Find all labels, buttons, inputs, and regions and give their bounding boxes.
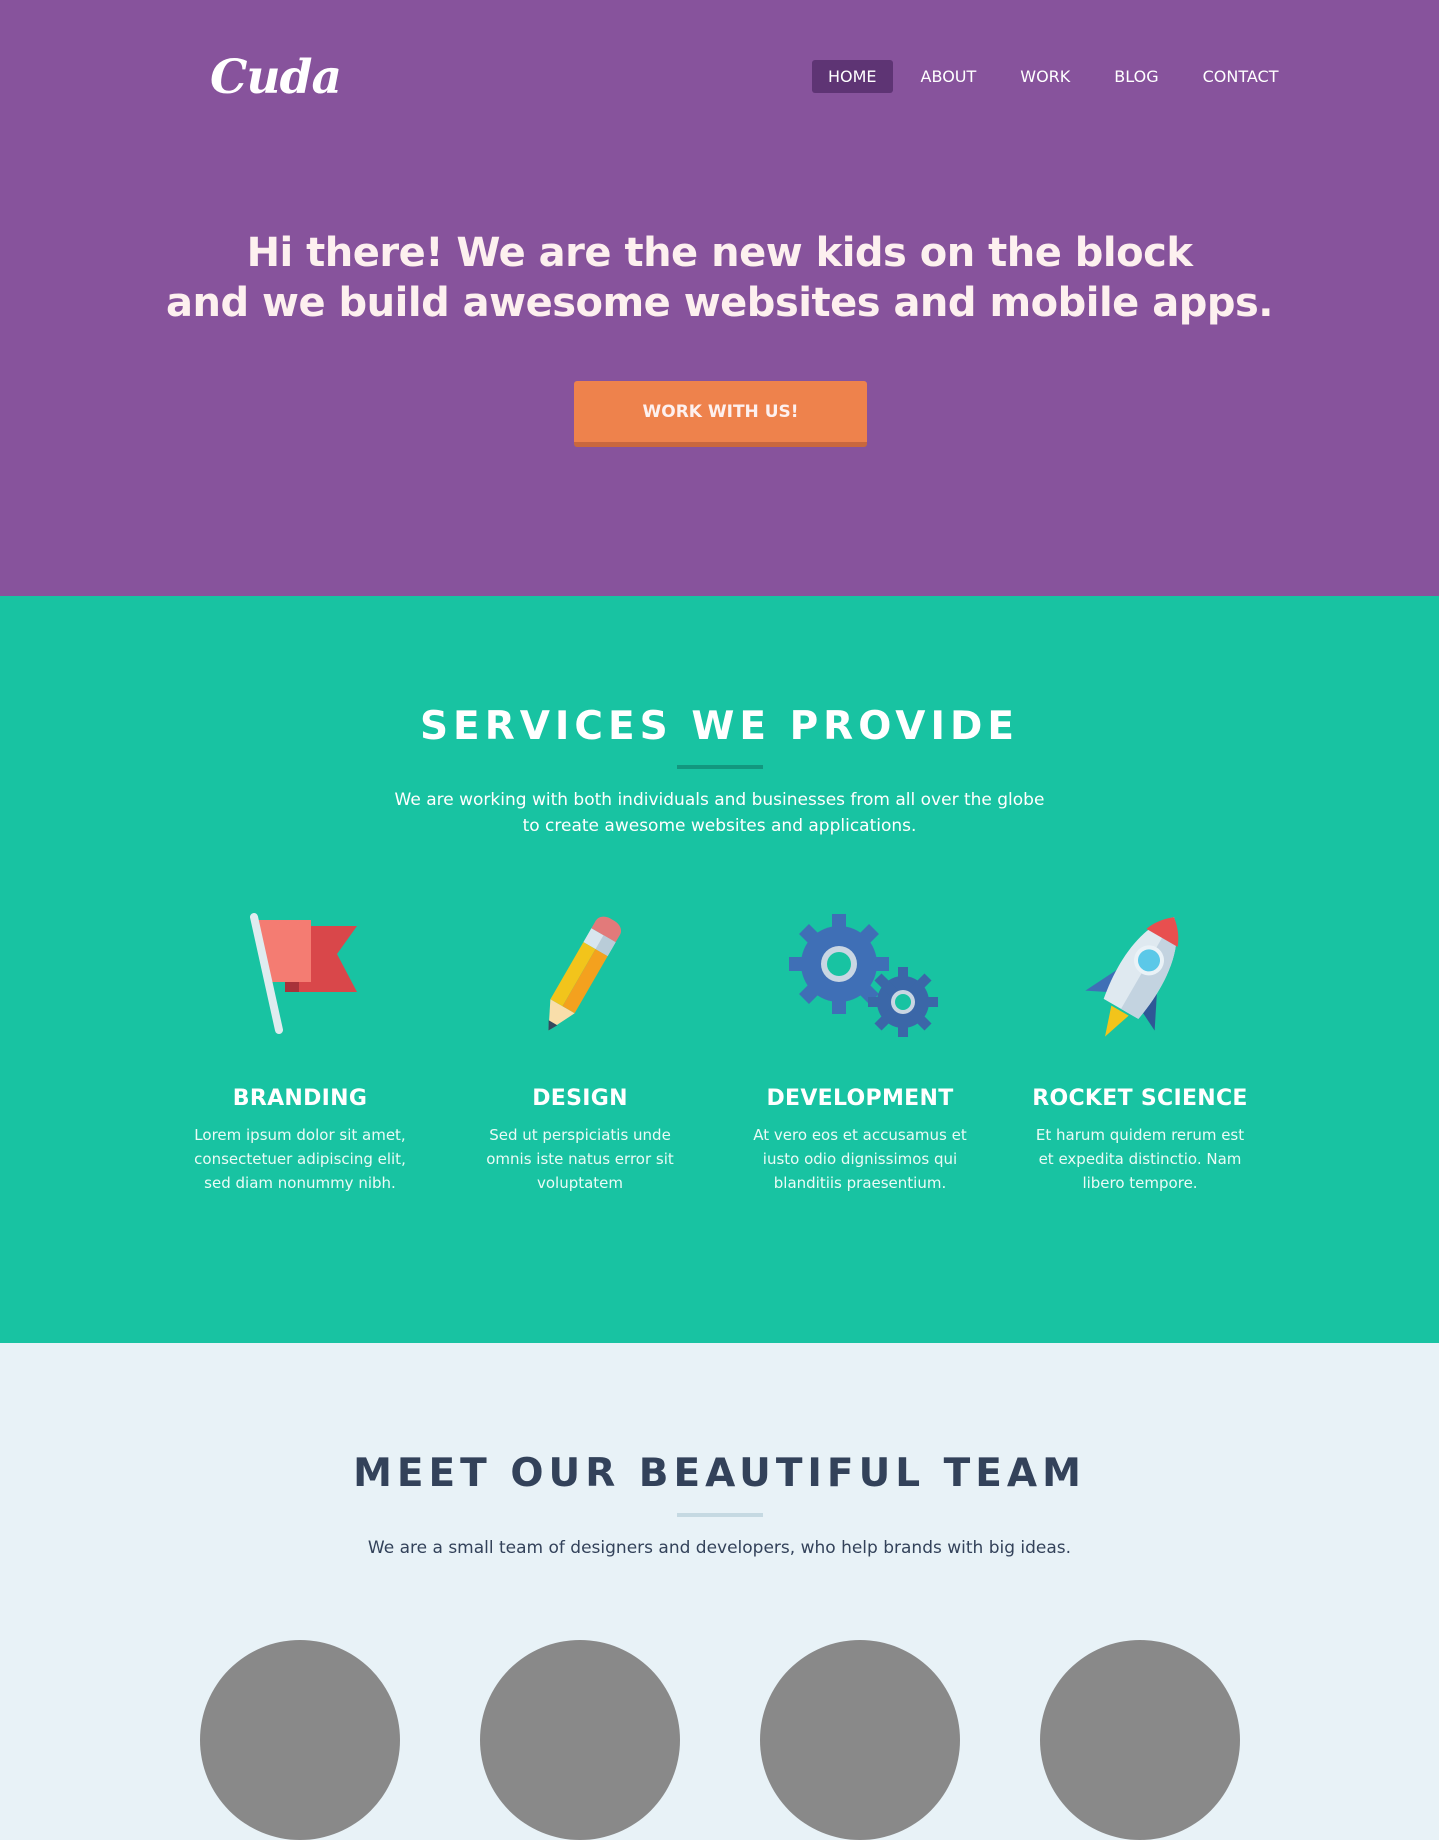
service-branding: BRANDING Lorem ipsum dolor sit amet, con… — [185, 906, 415, 1195]
nav-about[interactable]: ABOUT — [905, 60, 993, 93]
service-rocket-science: ROCKET SCIENCE Et harum quidem rerum est… — [1025, 906, 1255, 1195]
hero-headline-line1: Hi there! We are the new kids on the blo… — [246, 230, 1193, 276]
services-lead: We are working with both individuals and… — [0, 787, 1439, 839]
flag-icon — [250, 913, 357, 1034]
team-lead: We are a small team of designers and dev… — [367, 1538, 1072, 1558]
service-desc-line: sed diam nonummy nibh. — [204, 1174, 396, 1192]
service-description: Sed ut perspiciatis unde omnis iste natu… — [465, 1123, 695, 1195]
service-desc-line: omnis iste natus error sit — [486, 1150, 674, 1168]
services-lead-line1: We are working with both individuals and… — [394, 790, 1045, 810]
team-divider — [677, 1513, 763, 1517]
main-nav: HOME ABOUT WORK BLOG CONTACT — [812, 60, 1294, 93]
service-title: DESIGN — [532, 1086, 628, 1111]
team-title: MEET OUR BEAUTIFUL TEAM — [353, 1451, 1086, 1496]
avatar — [1040, 1640, 1240, 1840]
logo[interactable]: Cuda — [210, 50, 342, 105]
service-development: DEVELOPMENT At vero eos et accusamus et … — [745, 906, 975, 1195]
service-desc-line: Et harum quidem rerum est — [1035, 1126, 1245, 1144]
service-title: ROCKET SCIENCE — [1032, 1086, 1248, 1111]
hero-headline-line2: and we build awesome websites and mobile… — [166, 280, 1274, 326]
service-description: Et harum quidem rerum est et expedita di… — [1025, 1123, 1255, 1195]
services-divider — [677, 765, 763, 769]
service-desc-line: Sed ut perspiciatis unde — [489, 1126, 671, 1144]
services-lead-line2: to create awesome websites and applicati… — [522, 816, 917, 836]
work-with-us-button[interactable]: WORK WITH US! — [574, 381, 867, 447]
team-section: MEET OUR BEAUTIFUL TEAM We are a small t… — [0, 1343, 1439, 1840]
nav-work[interactable]: WORK — [1004, 60, 1086, 93]
pencil-icon — [548, 916, 622, 1031]
nav-home[interactable]: HOME — [812, 60, 893, 93]
services-section: SERVICES WE PROVIDE We are working with … — [0, 596, 1439, 1343]
gears-icon — [789, 914, 938, 1037]
service-title: BRANDING — [232, 1086, 368, 1111]
service-desc-line: libero tempore. — [1082, 1174, 1198, 1192]
nav-contact[interactable]: CONTACT — [1187, 60, 1295, 93]
service-description: At vero eos et accusamus et iusto odio d… — [745, 1123, 975, 1195]
rocket-icon — [1085, 917, 1179, 1037]
service-design: DESIGN Sed ut perspiciatis unde omnis is… — [465, 906, 695, 1195]
service-desc-line: Lorem ipsum dolor sit amet, — [194, 1126, 406, 1144]
avatar — [480, 1640, 680, 1840]
hero-section: Cuda HOME ABOUT WORK BLOG CONTACT Hi the… — [0, 0, 1439, 596]
service-desc-line: At vero eos et accusamus et — [753, 1126, 967, 1144]
service-description: Lorem ipsum dolor sit amet, consectetuer… — [185, 1123, 415, 1195]
nav-blog[interactable]: BLOG — [1098, 60, 1174, 93]
hero-headline: Hi there! We are the new kids on the blo… — [0, 228, 1439, 328]
service-desc-line: iusto odio dignissimos qui — [762, 1150, 958, 1168]
service-title: DEVELOPMENT — [766, 1086, 954, 1111]
service-desc-line: consectetuer adipiscing elit, — [194, 1150, 406, 1168]
service-desc-line: blanditiis praesentium. — [773, 1174, 947, 1192]
avatar — [200, 1640, 400, 1840]
service-desc-line: et expedita distinctio. Nam — [1038, 1150, 1242, 1168]
service-desc-line: voluptatem — [536, 1174, 624, 1192]
avatar — [760, 1640, 960, 1840]
services-title: SERVICES WE PROVIDE — [419, 704, 1020, 749]
